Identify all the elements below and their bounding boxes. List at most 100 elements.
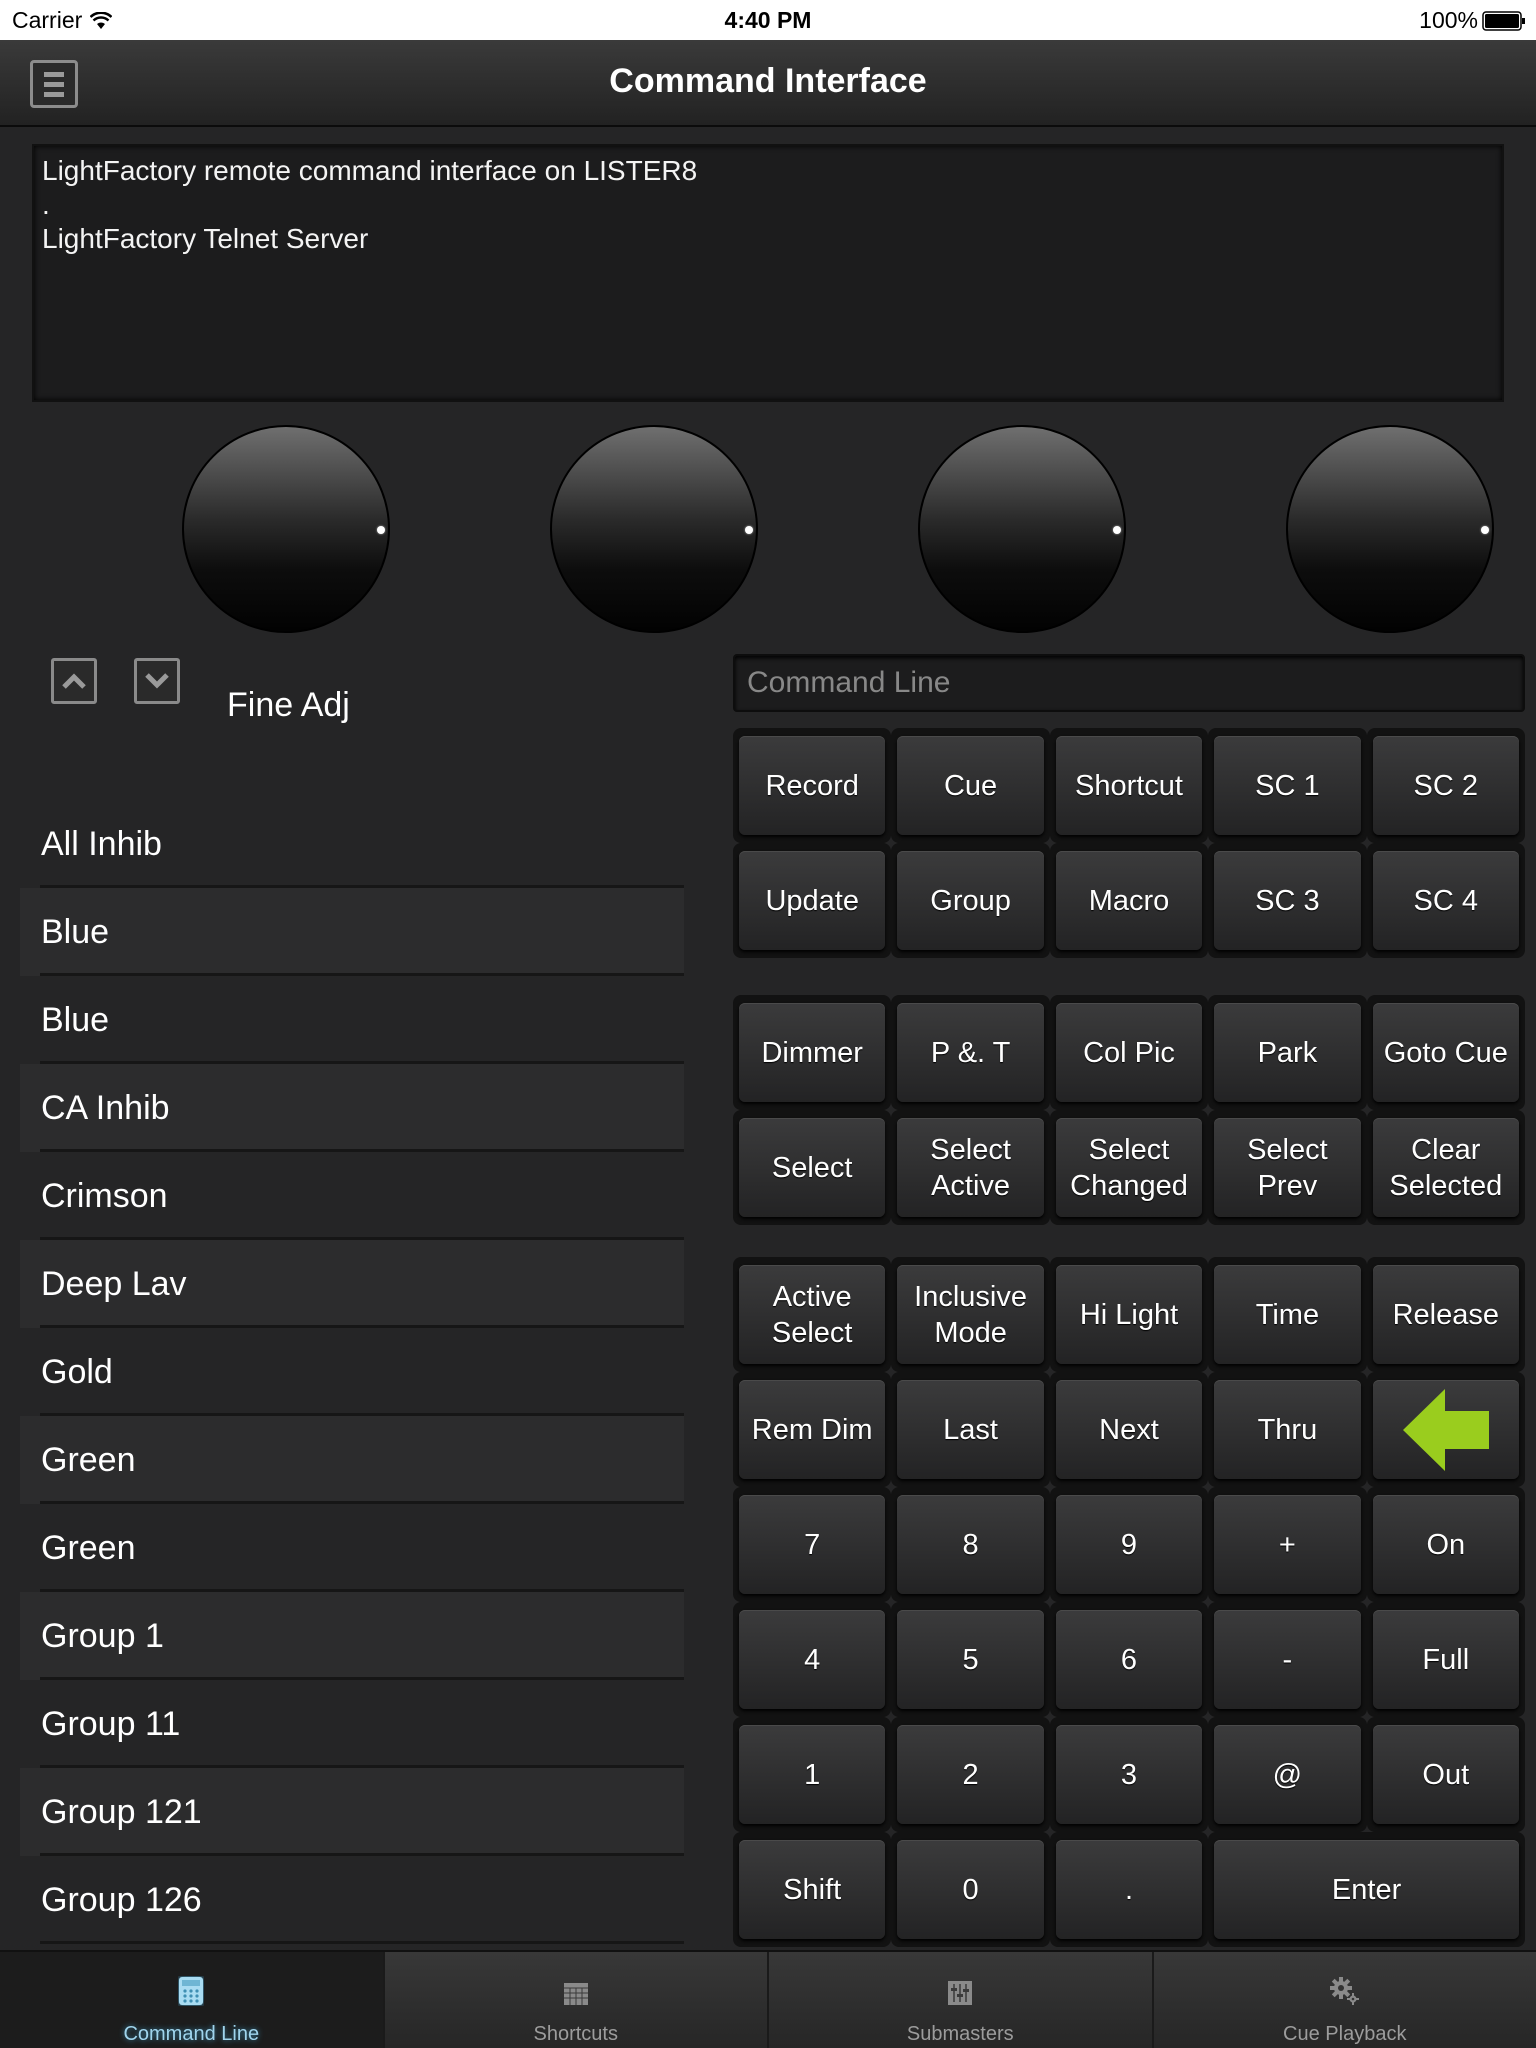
time-key[interactable]: Time	[1214, 1265, 1361, 1364]
tab-shortcuts[interactable]: Shortcuts	[382, 1952, 767, 2048]
shift-key[interactable]: Shift	[739, 1840, 886, 1939]
list-item[interactable]: Gold	[20, 1328, 684, 1416]
list-item[interactable]: Group 11	[20, 1680, 684, 1768]
6-key[interactable]: 6	[1055, 1610, 1203, 1709]
enter-key[interactable]: Enter	[1214, 1840, 1519, 1939]
command-line-input[interactable]: Command Line	[733, 654, 1525, 712]
list-item[interactable]: Group 121	[20, 1768, 684, 1856]
list-item-label: CA Inhib	[41, 1088, 170, 1127]
page-title: Command Interface	[609, 62, 927, 100]
sc-3-key[interactable]: SC 3	[1214, 851, 1361, 950]
list-item[interactable]: Group 1	[20, 1592, 684, 1680]
key-cell: On	[1366, 1487, 1525, 1602]
group-key[interactable]: Group	[897, 851, 1044, 950]
key-cell: Cue	[891, 728, 1050, 843]
sc-1-key[interactable]: SC 1	[1214, 736, 1361, 835]
park-key[interactable]: Park	[1214, 1003, 1361, 1102]
fine-adj-up-button[interactable]	[51, 658, 97, 704]
record-key[interactable]: Record	[739, 736, 886, 835]
active-select-key[interactable]: Active Select	[739, 1265, 886, 1364]
sc-2-key[interactable]: SC 2	[1372, 736, 1519, 835]
release-key[interactable]: Release	[1372, 1265, 1519, 1364]
on-key[interactable]: On	[1372, 1495, 1519, 1594]
encoder-knob-4[interactable]	[1286, 425, 1494, 633]
9-key[interactable]: 9	[1055, 1495, 1203, 1594]
p-.-t-key[interactable]: P &. T	[897, 1003, 1044, 1102]
0-key[interactable]: 0	[897, 1840, 1044, 1939]
backspace-button[interactable]	[1372, 1380, 1519, 1479]
key-cell: Select	[733, 1110, 892, 1225]
palette-list[interactable]: All Inhib Blue Blue CA Inhib Crimson Dee…	[20, 800, 684, 1950]
key-cell: 9	[1049, 1487, 1209, 1602]
7-key[interactable]: 7	[739, 1495, 886, 1594]
key-cell: Macro	[1049, 843, 1209, 958]
select-key[interactable]: Select	[739, 1118, 886, 1217]
goto-cue-key[interactable]: Goto Cue	[1372, 1003, 1519, 1102]
plus-key[interactable]: +	[1214, 1495, 1361, 1594]
3-key[interactable]: 3	[1055, 1725, 1203, 1824]
list-item[interactable]: Blue	[20, 976, 684, 1064]
battery-percent: 100%	[1419, 7, 1478, 33]
encoder-knob-3[interactable]	[918, 425, 1126, 633]
dimmer-key[interactable]: Dimmer	[739, 1003, 886, 1102]
console-output[interactable]: LightFactory remote command interface on…	[32, 144, 1504, 402]
key-cell: 2	[891, 1717, 1050, 1832]
8-key[interactable]: 8	[897, 1495, 1044, 1594]
macro-key[interactable]: Macro	[1055, 851, 1203, 950]
list-item[interactable]: Deep Lav	[20, 1240, 684, 1328]
tab-command-line[interactable]: Command Line	[0, 1952, 383, 2048]
encoder-knob-1[interactable]	[182, 425, 390, 633]
last-key[interactable]: Last	[897, 1380, 1044, 1479]
select-prev-key[interactable]: Select Prev	[1214, 1118, 1361, 1217]
sc-4-key[interactable]: SC 4	[1372, 851, 1519, 950]
select-active-key[interactable]: Select Active	[897, 1118, 1044, 1217]
sliders-icon	[948, 1981, 973, 2005]
minus-key[interactable]: -	[1214, 1610, 1361, 1709]
5-key[interactable]: 5	[897, 1610, 1044, 1709]
tab-cue-playback[interactable]: Cue Playback	[1151, 1952, 1536, 2048]
key-cell: @	[1208, 1717, 1367, 1832]
1-key[interactable]: 1	[739, 1725, 886, 1824]
key-cell: -	[1208, 1602, 1367, 1717]
col-pic-key[interactable]: Col Pic	[1055, 1003, 1203, 1102]
key-cell: 7	[733, 1487, 892, 1602]
inclusive-mode-key[interactable]: Inclusive Mode	[897, 1265, 1044, 1364]
4-key[interactable]: 4	[739, 1610, 886, 1709]
console-line: LightFactory remote command interface on…	[42, 155, 698, 186]
select-changed-key[interactable]: Select Changed	[1055, 1118, 1203, 1217]
encoder-knob-2[interactable]	[550, 425, 758, 633]
2-key[interactable]: 2	[897, 1725, 1044, 1824]
list-item[interactable]: Crimson	[20, 1152, 684, 1240]
rem-dim-key[interactable]: Rem Dim	[739, 1380, 886, 1479]
list-item[interactable]: All Inhib	[20, 800, 684, 888]
decimal-key[interactable]: .	[1055, 1840, 1203, 1939]
out-key[interactable]: Out	[1372, 1725, 1519, 1824]
next-key[interactable]: Next	[1055, 1380, 1203, 1479]
list-item[interactable]: Blue	[20, 888, 684, 976]
console-line: .	[42, 189, 50, 220]
tab-bar: Command Line Shortcuts Submasters Cue Pl…	[0, 1950, 1536, 2048]
key-cell: 4	[733, 1602, 892, 1717]
clear-selected-key[interactable]: Clear Selected	[1372, 1118, 1519, 1217]
at-key[interactable]: @	[1214, 1725, 1361, 1824]
key-cell: Park	[1208, 995, 1367, 1110]
list-item[interactable]: Green	[20, 1416, 684, 1504]
update-key[interactable]: Update	[739, 851, 886, 950]
key-cell: Shift	[733, 1832, 892, 1947]
tab-submasters[interactable]: Submasters	[767, 1952, 1152, 2048]
fine-adj-down-button[interactable]	[134, 658, 180, 704]
hi-light-key[interactable]: Hi Light	[1055, 1265, 1203, 1364]
key-cell: Hi Light	[1049, 1257, 1209, 1372]
knob-indicator	[1481, 526, 1489, 534]
list-item[interactable]: Green	[20, 1504, 684, 1592]
list-item[interactable]: Group 126	[20, 1856, 684, 1944]
shortcut-key[interactable]: Shortcut	[1055, 736, 1203, 835]
function-keys-block-1: Record Cue Shortcut SC 1 SC 2 Update Group Macr…	[733, 728, 1525, 958]
cue-key[interactable]: Cue	[897, 736, 1044, 835]
list-item-label: Green	[41, 1440, 136, 1479]
thru-key[interactable]: Thru	[1214, 1380, 1361, 1479]
chevron-down-icon	[145, 673, 169, 689]
list-item[interactable]: CA Inhib	[20, 1064, 684, 1152]
full-key[interactable]: Full	[1372, 1610, 1519, 1709]
list-item-label: Deep Lav	[41, 1264, 187, 1303]
